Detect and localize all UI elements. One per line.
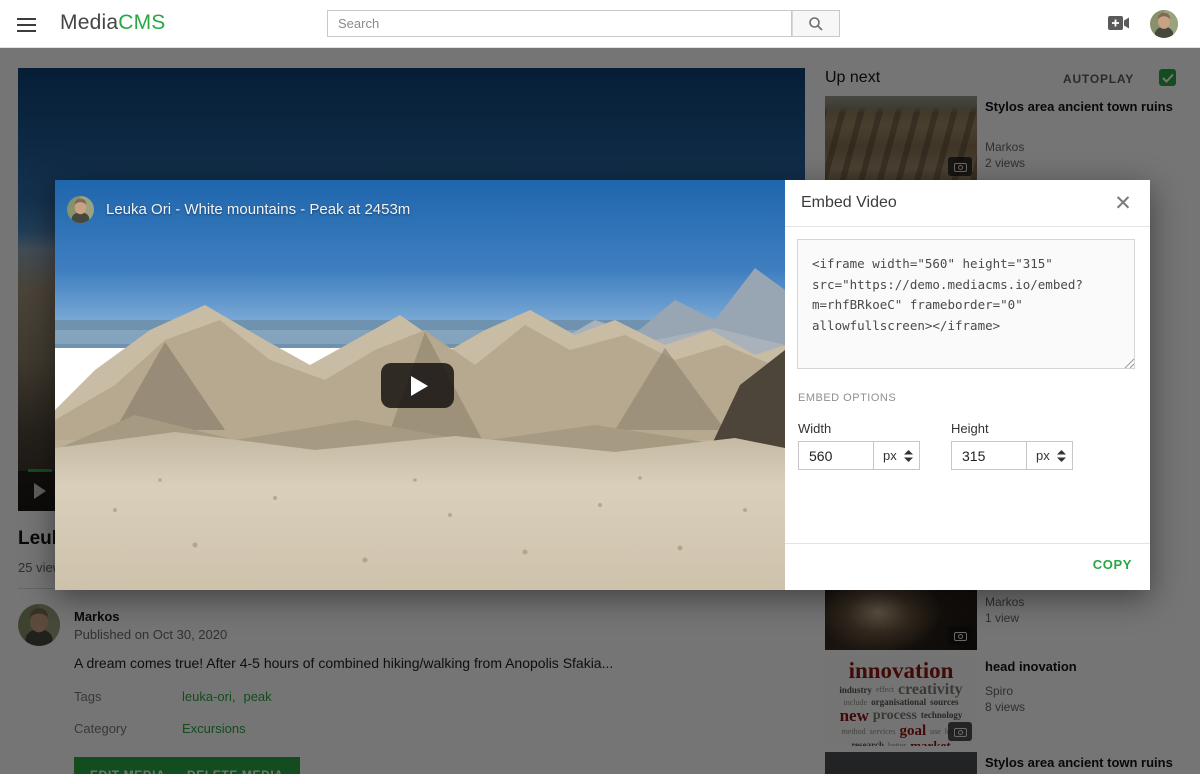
logo-cms: CMS bbox=[118, 11, 165, 34]
width-label: Width bbox=[798, 421, 831, 436]
embed-code-textarea[interactable]: <iframe width="560" height="315" src="ht… bbox=[797, 239, 1135, 369]
upload-media-button[interactable] bbox=[1104, 12, 1134, 36]
modal-header: Embed Video ✕ bbox=[785, 180, 1150, 227]
preview-video-title: Leuka Ori - White mountains - Peak at 24… bbox=[106, 201, 410, 218]
user-avatar-image bbox=[1150, 10, 1178, 38]
embed-video-modal: Leuka Ori - White mountains - Peak at 24… bbox=[55, 180, 1150, 590]
play-icon bbox=[411, 376, 428, 396]
width-input[interactable] bbox=[798, 441, 874, 470]
search-icon bbox=[808, 16, 824, 32]
user-avatar[interactable] bbox=[1150, 10, 1178, 38]
spinner-arrows-icon bbox=[1057, 450, 1066, 462]
logo-media: Media bbox=[60, 11, 118, 34]
app-screen: MediaCMS bbox=[0, 0, 1200, 774]
width-unit-select[interactable]: px bbox=[873, 441, 920, 470]
width-unit-value: px bbox=[883, 448, 897, 463]
hamburger-menu-icon[interactable] bbox=[17, 14, 41, 34]
top-header: MediaCMS bbox=[0, 0, 1200, 48]
resize-handle-icon[interactable] bbox=[1123, 357, 1135, 369]
spinner-arrows-icon bbox=[904, 450, 913, 462]
embed-options-label: EMBED OPTIONS bbox=[798, 392, 896, 404]
height-unit-value: px bbox=[1036, 448, 1050, 463]
video-add-icon bbox=[1108, 15, 1130, 31]
height-label: Height bbox=[951, 421, 989, 436]
embed-options-panel: Embed Video ✕ <iframe width="560" height… bbox=[785, 180, 1150, 590]
height-input[interactable] bbox=[951, 441, 1027, 470]
close-icon[interactable]: ✕ bbox=[1110, 191, 1136, 217]
embed-video-preview[interactable]: Leuka Ori - White mountains - Peak at 24… bbox=[55, 180, 785, 590]
play-button[interactable] bbox=[381, 363, 454, 408]
channel-avatar[interactable] bbox=[67, 196, 94, 223]
height-unit-select[interactable]: px bbox=[1026, 441, 1073, 470]
preview-title-bar: Leuka Ori - White mountains - Peak at 24… bbox=[67, 196, 410, 223]
modal-title: Embed Video bbox=[801, 194, 897, 212]
search-button[interactable] bbox=[792, 10, 840, 37]
search-input[interactable] bbox=[327, 10, 792, 37]
modal-footer: COPY bbox=[785, 543, 1150, 590]
logo[interactable]: MediaCMS bbox=[60, 11, 165, 35]
copy-button[interactable]: COPY bbox=[1093, 557, 1132, 572]
